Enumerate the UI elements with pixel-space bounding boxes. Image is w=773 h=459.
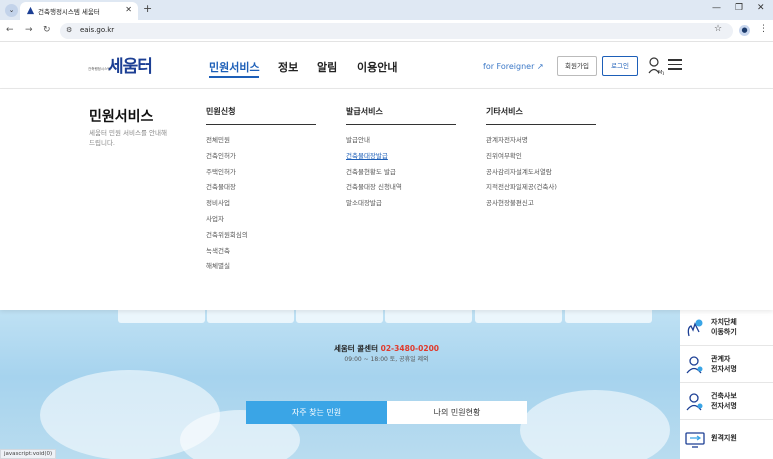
person-sign-icon [686, 393, 703, 411]
side-item-remote-support[interactable]: 원격지원 [680, 421, 773, 457]
browser-toolbar: ← → ↻ ⚙ eais.go.kr ☆ ● ⋮ [0, 20, 773, 42]
side-quick-panel: 자치단체 이동하기 관계자 전자서명 건축사보 전자서명 원격지원 [680, 310, 773, 459]
reload-icon[interactable]: ↻ [43, 25, 51, 35]
forward-icon[interactable]: → [25, 25, 33, 35]
cloud-decoration [520, 390, 670, 459]
menu-item[interactable]: 건축물대장 신청내역 [346, 181, 456, 197]
menu-item[interactable]: 녹색건축 [206, 245, 316, 261]
quick-menu-box[interactable] [296, 310, 383, 323]
menu-item[interactable]: 사업자 [206, 213, 316, 229]
menu-item[interactable]: 공사감리자설계도서열람 [486, 166, 596, 182]
menu-item[interactable]: 관계자전자서명 [486, 134, 596, 150]
active-nav-indicator [209, 76, 259, 78]
minimize-icon[interactable]: — [712, 3, 721, 13]
menu-item[interactable]: 지적전산파일제공(건축사) [486, 181, 596, 197]
menu-item[interactable]: 주택인허가 [206, 166, 316, 182]
address-url[interactable]: eais.go.kr [80, 26, 114, 34]
browser-tab[interactable]: 건축행정시스템 세움터 ✕ [20, 2, 138, 20]
side-item-line1: 자치단체 [711, 318, 737, 326]
quick-menu-box[interactable] [475, 310, 562, 323]
mega-menu: 민원서비스 세움터 민원 서비스를 안내해드립니다. 민원신청 전체민원 건축인… [0, 89, 773, 310]
mega-menu-title: 민원서비스 [89, 109, 154, 125]
side-item-line2: 전자서명 [711, 365, 737, 373]
side-item-label: 자치단체 이동하기 [711, 317, 737, 337]
mega-menu-description: 세움터 민원 서비스를 안내해드립니다. [89, 129, 167, 147]
logo[interactable]: 건축행정시스템 세움터 [88, 52, 158, 77]
svg-text:My: My [658, 70, 664, 75]
faq-tab-button[interactable]: 자주 찾는 민원 [246, 401, 387, 424]
menu-item[interactable]: 해체멸실 [206, 260, 316, 276]
side-item-line2: 전자서명 [711, 402, 737, 410]
side-item-line1: 관계자 [711, 355, 731, 363]
menu-item[interactable]: 건축위원회심의 [206, 229, 316, 245]
menu-item[interactable]: 진위여부확인 [486, 150, 596, 166]
join-button[interactable]: 회원가입 [557, 56, 597, 76]
gnb-guide[interactable]: 이용안내 [357, 59, 397, 75]
logo-text: 세움터 [108, 57, 153, 77]
bookmark-star-icon[interactable]: ☆ [714, 24, 722, 34]
gnb-civil-service[interactable]: 민원서비스 [209, 59, 260, 75]
menu-column-issue: 발급서비스 발급안내 건축물대장발급 건축물현황도 발급 건축물대장 신청내역 … [346, 106, 456, 213]
side-item-line2: 이동하기 [711, 328, 737, 336]
side-item-label: 원격지원 [711, 433, 737, 443]
side-item-label: 관계자 전자서명 [711, 354, 737, 374]
for-foreigner-link[interactable]: for Foreigner ↗ [483, 62, 544, 71]
quick-menu-box[interactable] [118, 310, 205, 323]
remote-support-icon [685, 432, 705, 448]
side-item-label: 건축사보 전자서명 [711, 391, 737, 411]
menu-column-heading: 민원신청 [206, 106, 316, 125]
quick-menu-box[interactable] [385, 310, 472, 323]
call-center-label: 세움터 콜센터 [333, 344, 378, 353]
my-page-icon[interactable]: My [648, 57, 664, 75]
map-pin-icon [687, 319, 703, 337]
quick-menu-box[interactable] [207, 310, 294, 323]
menu-item[interactable]: 공사현장불편신고 [486, 197, 596, 213]
my-status-tab-button[interactable]: 나의 민원현황 [387, 401, 527, 424]
new-tab-icon[interactable]: + [143, 2, 152, 15]
window-close-icon[interactable]: ✕ [757, 3, 765, 13]
site-favicon-icon [26, 6, 35, 15]
tab-search-icon[interactable]: ⌄ [5, 4, 18, 17]
menu-item[interactable]: 건축인허가 [206, 150, 316, 166]
menu-column-heading: 발급서비스 [346, 106, 456, 125]
menu-item-hovered[interactable]: 건축물대장발급 [346, 150, 456, 166]
quick-menu-box[interactable] [565, 310, 652, 323]
gnb-info[interactable]: 정보 [278, 59, 298, 75]
gnb-notice[interactable]: 알림 [317, 59, 337, 75]
menu-item[interactable]: 건축물현황도 발급 [346, 166, 456, 182]
site-header: 건축행정시스템 세움터 민원서비스 정보 알림 이용안내 for Foreign… [0, 43, 773, 89]
menu-item[interactable]: 건축물대장 [206, 181, 316, 197]
side-item-architect-sign[interactable]: 건축사보 전자서명 [680, 384, 773, 420]
call-center: 세움터 콜센터 02-3480-0200 [0, 343, 773, 354]
side-item-local-gov[interactable]: 자치단체 이동하기 [680, 310, 773, 346]
browser-tab-strip: ⌄ 건축행정시스템 세움터 ✕ + — ❐ ✕ [0, 0, 773, 20]
menu-item[interactable]: 전체민원 [206, 134, 316, 150]
side-item-line1: 원격지원 [711, 434, 737, 442]
hamburger-menu-icon[interactable] [668, 59, 682, 71]
address-bar[interactable]: ⚙ eais.go.kr [60, 23, 733, 39]
tab-title: 건축행정시스템 세움터 [38, 8, 100, 16]
person-sign-icon [686, 356, 703, 374]
call-center-phone: 02-3480-0200 [380, 344, 440, 353]
login-button[interactable]: 로그인 [602, 56, 638, 76]
menu-item[interactable]: 말소대장발급 [346, 197, 456, 213]
profile-icon[interactable]: ● [739, 25, 750, 36]
menu-item[interactable]: 발급안내 [346, 134, 456, 150]
menu-column-heading: 기타서비스 [486, 106, 596, 125]
tab-close-icon[interactable]: ✕ [125, 5, 132, 14]
menu-column-apply: 민원신청 전체민원 건축인허가 주택인허가 건축물대장 정비사업 사업자 건축위… [206, 106, 316, 276]
menu-item[interactable]: 정비사업 [206, 197, 316, 213]
site-settings-icon[interactable]: ⚙ [66, 26, 72, 34]
menu-column-etc: 기타서비스 관계자전자서명 진위여부확인 공사감리자설계도서열람 지적전산파일제… [486, 106, 596, 213]
call-center-hours: 09:00 ~ 18:00 토, 공휴일 제외 [344, 356, 429, 363]
browser-status-bar: javascript:void(0) [0, 449, 57, 459]
external-link-icon: ↗ [536, 62, 544, 71]
side-item-line1: 건축사보 [711, 392, 737, 400]
back-icon[interactable]: ← [6, 25, 14, 35]
browser-menu-icon[interactable]: ⋮ [759, 24, 768, 34]
restore-icon[interactable]: ❐ [735, 3, 743, 13]
hero-background: 세움터 콜센터 02-3480-0200 09:00 ~ 18:00 토, 공휴… [0, 310, 773, 459]
for-foreigner-label: for Foreigner [483, 62, 535, 71]
side-item-party-sign[interactable]: 관계자 전자서명 [680, 347, 773, 383]
